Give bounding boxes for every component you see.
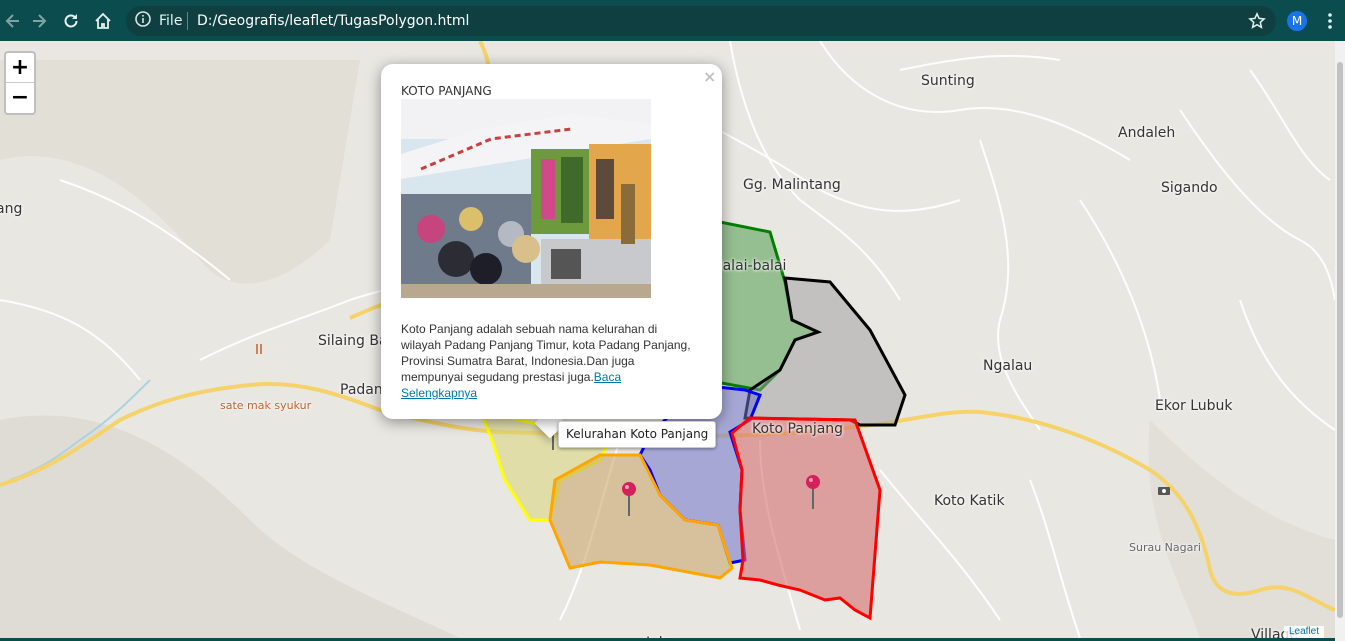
map-place-label: Silaing Ba: [318, 333, 388, 349]
map-place-label: Sunting: [921, 73, 975, 89]
map-place-label: Ngalau: [983, 358, 1033, 374]
info-icon[interactable]: [134, 10, 154, 30]
map-place-label: Sigando: [1161, 180, 1218, 196]
url-text[interactable]: D:/Geografis/leaflet/TugasPolygon.html: [197, 13, 469, 29]
reload-icon[interactable]: [58, 8, 84, 34]
zoom-control: + −: [4, 51, 36, 115]
menu-kebab-icon[interactable]: [1317, 8, 1343, 34]
popup-description: Koto Panjang adalah sebuah nama keluraha…: [401, 321, 696, 401]
map-place-label: Gg. Malintang: [743, 177, 841, 193]
popup-description-text: Koto Panjang adalah sebuah nama keluraha…: [401, 322, 691, 384]
zoom-in-button[interactable]: +: [6, 53, 34, 83]
profile-avatar[interactable]: M: [1287, 11, 1307, 31]
popup-photo: [401, 99, 651, 298]
map-place-label: Koto Katik: [934, 493, 1005, 509]
map-place-label: ang: [0, 201, 23, 217]
map-place-label: Balai-balai: [713, 258, 787, 274]
popup-title: KOTO PANJANG: [401, 84, 492, 98]
polygon-tooltip: Kelurahan Koto Panjang: [558, 421, 717, 448]
map-place-label: Surau Nagari: [1129, 541, 1201, 554]
zoom-out-button[interactable]: −: [6, 83, 34, 113]
popup-close-button[interactable]: ×: [703, 67, 716, 86]
address-divider: [187, 12, 188, 30]
map-place-label: Andaleh: [1118, 125, 1176, 141]
scrollbar-thumb[interactable]: [1337, 62, 1343, 618]
leaflet-attribution-link[interactable]: Leaflet: [1284, 626, 1325, 638]
camera-poi-icon: [1158, 487, 1170, 495]
bookmark-star-icon[interactable]: [1244, 8, 1270, 34]
url-scheme-label: File: [159, 13, 183, 29]
forward-icon[interactable]: [26, 8, 52, 34]
back-icon[interactable]: [0, 8, 26, 34]
map-place-label: Ekor Lubuk: [1155, 398, 1233, 414]
map-place-label: Koto Panjang: [752, 421, 844, 437]
home-icon[interactable]: [90, 8, 116, 34]
map-place-label: sate mak syukur: [220, 399, 312, 412]
